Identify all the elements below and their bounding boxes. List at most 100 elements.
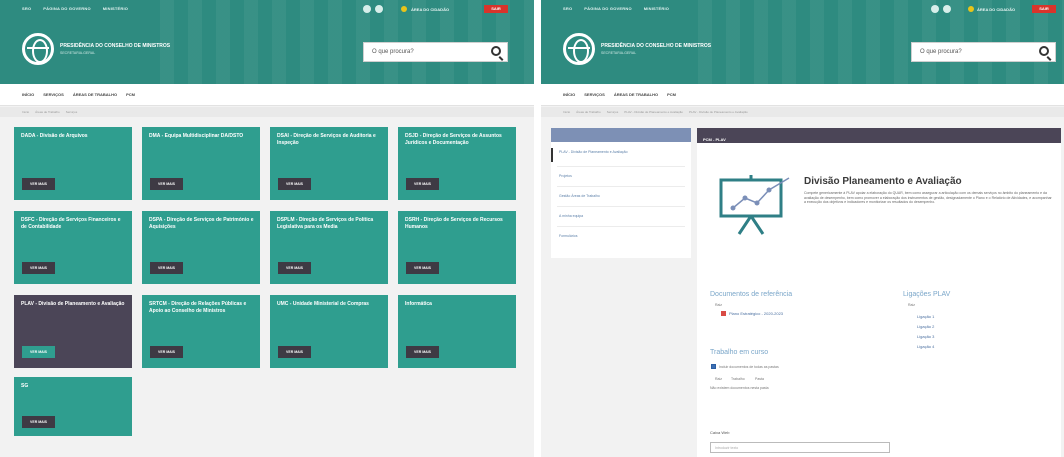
- breadcrumb-item: PLAV - Divisão de Planeamento e Avaliaçã…: [688, 110, 748, 114]
- tile-title: SRTCM - Direção de Relações Públicas e A…: [149, 301, 247, 314]
- tile-title: SG: [21, 383, 29, 389]
- breadcrumb-item[interactable]: Início: [22, 110, 29, 114]
- content-header: PCM - PLAV: [697, 128, 1061, 143]
- top-link[interactable]: SRO: [563, 6, 572, 11]
- top-link[interactable]: PÁGINA DO GOVERNO: [43, 6, 90, 11]
- tile-title: DADA - Divisão de Arquivos: [21, 133, 88, 139]
- view-more-button[interactable]: VER MAIS: [22, 178, 55, 190]
- top-links: SRO PÁGINA DO GOVERNO MINISTÉRIO: [563, 6, 669, 11]
- nav-item-pcm[interactable]: PCM: [126, 92, 135, 97]
- work-path-item[interactable]: Raiz: [715, 377, 722, 381]
- view-more-button[interactable]: VER MAIS: [22, 262, 55, 274]
- service-tile[interactable]: DMA - Equipa Multidisciplinar DA/DSTO VE…: [142, 127, 260, 200]
- service-tile[interactable]: DSJD - Direção de Serviços de Assuntos J…: [398, 127, 516, 200]
- nav-item-areas[interactable]: ÁREAS DE TRABALHO: [614, 92, 658, 97]
- plav-link[interactable]: Ligação 4: [917, 344, 934, 349]
- service-tile[interactable]: Informática VER MAIS: [398, 295, 516, 368]
- sidebar-divider: [557, 166, 685, 167]
- search-icon[interactable]: [491, 46, 501, 56]
- contrast-icon[interactable]: [375, 5, 383, 13]
- organization-subtitle: SECRETARIA-GERAL: [60, 51, 96, 55]
- sidebar-item-gestao[interactable]: Gestão Áreas de Trabalho: [559, 194, 600, 199]
- service-tile-active[interactable]: PLAV - Divisão de Planeamento e Avaliaçã…: [14, 295, 132, 368]
- plav-link[interactable]: Ligação 2: [917, 324, 934, 329]
- nav-item-inicio[interactable]: INÍCIO: [563, 92, 575, 97]
- docs-root-folder[interactable]: Raiz: [715, 303, 722, 307]
- service-tile[interactable]: DSPA - Direção de Serviços de Património…: [142, 211, 260, 284]
- logout-button[interactable]: SAIR: [484, 5, 508, 13]
- nav-item-servicos[interactable]: SERVIÇOS: [43, 92, 64, 97]
- view-more-button[interactable]: VER MAIS: [406, 262, 439, 274]
- top-link[interactable]: MINISTÉRIO: [644, 6, 669, 11]
- government-logo-icon[interactable]: [563, 33, 595, 65]
- breadcrumb-item[interactable]: Áreas de Trabalho: [35, 110, 60, 114]
- nav-item-areas[interactable]: ÁREAS DE TRABALHO: [73, 92, 117, 97]
- tile-title: DSPLM - Direção de Serviços de Política …: [277, 217, 374, 230]
- top-link[interactable]: SRO: [22, 6, 31, 11]
- view-more-button[interactable]: VER MAIS: [150, 178, 183, 190]
- main-content: PCM - PLAV Divisão Planeamento e Avaliaç…: [697, 128, 1061, 457]
- logout-button[interactable]: SAIR: [1032, 5, 1056, 13]
- view-more-button[interactable]: VER MAIS: [406, 178, 439, 190]
- government-logo-icon[interactable]: [22, 33, 54, 65]
- content-header-label: PCM - PLAV: [703, 137, 726, 142]
- citizen-area-link[interactable]: ÁREA DO CIDADÃO: [411, 7, 449, 12]
- top-links: SRO PÁGINA DO GOVERNO MINISTÉRIO: [22, 6, 128, 11]
- search-icon[interactable]: [1039, 46, 1049, 56]
- board-frame: [719, 178, 783, 218]
- view-more-button[interactable]: VER MAIS: [278, 178, 311, 190]
- breadcrumb-item[interactable]: Áreas de Trabalho: [576, 110, 601, 114]
- sidebar-item-equipa[interactable]: A minha equipa: [559, 214, 583, 219]
- plav-link[interactable]: Ligação 3: [917, 334, 934, 339]
- breadcrumb-item[interactable]: Início: [563, 110, 570, 114]
- search-box[interactable]: O que procura?: [911, 42, 1056, 62]
- reference-document-link[interactable]: Plano Estratégico - 2020-2023: [729, 311, 783, 316]
- view-more-button[interactable]: VER MAIS: [278, 262, 311, 274]
- view-more-button[interactable]: VER MAIS: [150, 346, 183, 358]
- nav-item-servicos[interactable]: SERVIÇOS: [584, 92, 605, 97]
- top-link[interactable]: MINISTÉRIO: [103, 6, 128, 11]
- citizen-area-link[interactable]: ÁREA DO CIDADÃO: [977, 7, 1015, 12]
- service-tile[interactable]: SRTCM - Direção de Relações Públicas e A…: [142, 295, 260, 368]
- sidebar-item-plav[interactable]: PLAV - Divisão de Planeamento e Avaliaçã…: [559, 150, 639, 155]
- view-more-button[interactable]: VER MAIS: [150, 262, 183, 274]
- search-box[interactable]: O que procura?: [363, 42, 508, 62]
- accessibility-icon[interactable]: [931, 5, 939, 13]
- contrast-icon[interactable]: [943, 5, 951, 13]
- plav-page-screenshot: SRO PÁGINA DO GOVERNO MINISTÉRIO ÁREA DO…: [541, 0, 1064, 457]
- service-tile[interactable]: DADA - Divisão de Arquivos VER MAIS: [14, 127, 132, 200]
- site-header: SRO PÁGINA DO GOVERNO MINISTÉRIO ÁREA DO…: [0, 0, 534, 84]
- organization-name: PRESIDÊNCIA DO CONSELHO DE MINISTROS: [60, 43, 171, 49]
- links-root-folder[interactable]: Raiz: [908, 303, 915, 307]
- plav-link[interactable]: Ligação 1: [917, 314, 934, 319]
- service-tile[interactable]: DSRH - Direção de Serviços de Recursos H…: [398, 211, 516, 284]
- text-input[interactable]: Introduzir texto: [710, 442, 890, 453]
- service-tile[interactable]: UMC - Unidade Ministerial de Compras VER…: [270, 295, 388, 368]
- sidebar-divider: [557, 206, 685, 207]
- work-path-item[interactable]: Trabalho: [731, 377, 745, 381]
- view-more-button[interactable]: VER MAIS: [278, 346, 311, 358]
- view-more-button[interactable]: VER MAIS: [22, 416, 55, 428]
- service-tile[interactable]: DSFC - Direção de Serviços Financeiros e…: [14, 211, 132, 284]
- view-more-button[interactable]: VER MAIS: [22, 346, 55, 358]
- accessibility-icon[interactable]: [363, 5, 371, 13]
- text-field-label: Caixa Web: [710, 430, 730, 435]
- nav-item-pcm[interactable]: PCM: [667, 92, 676, 97]
- service-tile[interactable]: SG VER MAIS: [14, 377, 132, 436]
- page-title: Divisão Planeamento e Avaliação: [804, 176, 962, 187]
- work-path-item[interactable]: Pasta: [755, 377, 764, 381]
- include-all-checkbox[interactable]: [711, 364, 716, 369]
- sidebar-item-formularios[interactable]: Formulários: [559, 234, 577, 239]
- citizen-area-icon: [968, 6, 974, 12]
- service-tile[interactable]: DSPLM - Direção de Serviços de Política …: [270, 211, 388, 284]
- sidebar-divider: [557, 186, 685, 187]
- service-tile[interactable]: DSAI - Direção de Serviços de Auditoria …: [270, 127, 388, 200]
- top-link[interactable]: PÁGINA DO GOVERNO: [584, 6, 631, 11]
- sidebar-header: [551, 128, 691, 142]
- trend-point: [766, 187, 772, 193]
- nav-item-inicio[interactable]: INÍCIO: [22, 92, 34, 97]
- breadcrumb-item[interactable]: Serviços: [607, 110, 619, 114]
- breadcrumb-item[interactable]: PLAV - Divisão de Planeamento e Avaliaçã…: [624, 110, 683, 114]
- sidebar-item-projetos[interactable]: Projetos: [559, 174, 572, 179]
- view-more-button[interactable]: VER MAIS: [406, 346, 439, 358]
